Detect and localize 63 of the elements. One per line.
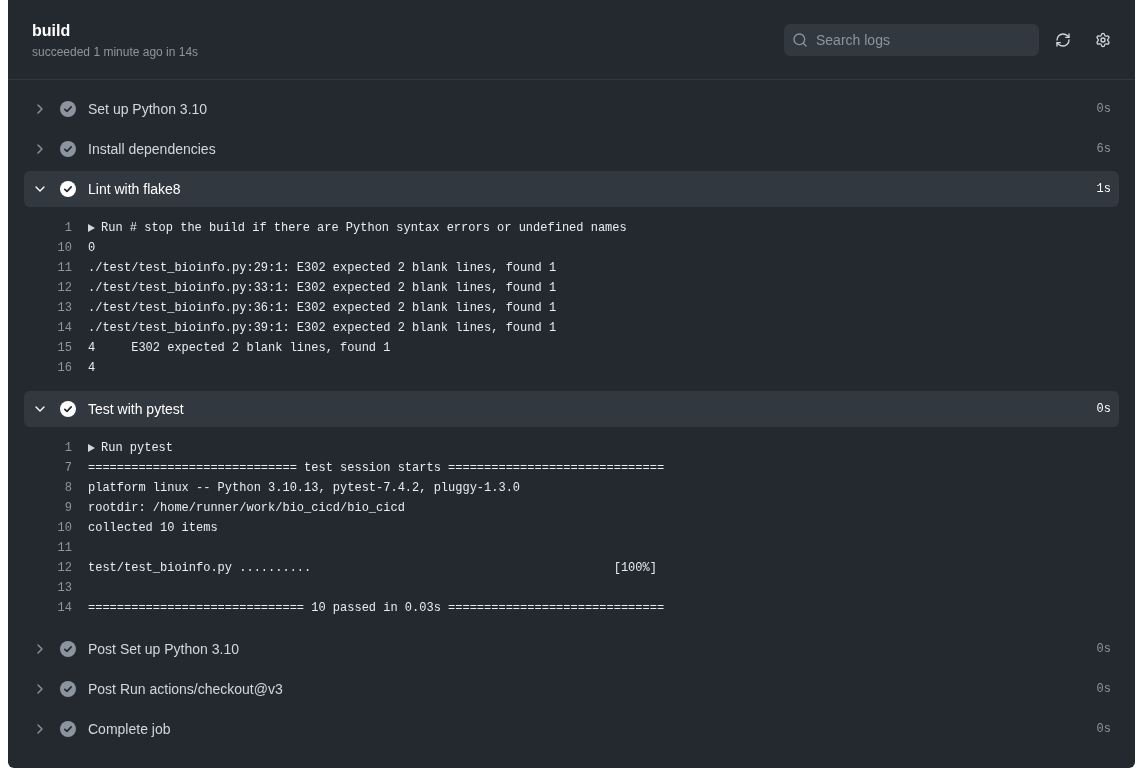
line-number: 1 bbox=[63, 220, 72, 237]
line-number: 13 bbox=[56, 300, 72, 317]
line-number: 14 bbox=[56, 320, 72, 337]
search-field[interactable]: Search logs bbox=[784, 23, 1039, 56]
line-number: 11 bbox=[56, 260, 72, 277]
step-name[interactable]: Post Set up Python 3.10 bbox=[88, 639, 239, 659]
line-number: 8 bbox=[63, 480, 72, 497]
line-number: 10 bbox=[56, 240, 72, 257]
log-line: ============================= test session starts ============================== bbox=[88, 460, 665, 477]
check-circle-icon bbox=[60, 181, 76, 197]
log-line: ./test/test_bioinfo.py:39:1: E302 expected 2 blank lines, found 1 bbox=[88, 320, 557, 337]
log-line: collected 10 items bbox=[88, 520, 218, 537]
caret-right-icon[interactable] bbox=[88, 224, 95, 232]
line-number: 1 bbox=[63, 440, 72, 457]
line-number: 16 bbox=[56, 360, 72, 377]
step-name[interactable]: Lint with flake8 bbox=[88, 179, 181, 199]
step-header[interactable]: Test with pytest 0s bbox=[24, 391, 1119, 427]
log-line: ============================== 10 passed in 0.03s ============================== bbox=[88, 600, 665, 617]
line-number: 12 bbox=[56, 280, 72, 297]
job-title: build bbox=[32, 20, 72, 41]
log-line: ./test/test_bioinfo.py:36:1: E302 expected 2 blank lines, found 1 bbox=[88, 300, 557, 317]
check-circle-icon bbox=[60, 641, 76, 657]
line-number: 9 bbox=[63, 500, 72, 517]
log-line: 4 bbox=[88, 360, 96, 377]
log-line: rootdir: /home/runner/work/bio_cicd/bio_cicd bbox=[88, 500, 405, 517]
log-line: ./test/test_bioinfo.py:33:1: E302 expected 2 blank lines, found 1 bbox=[88, 280, 557, 297]
refresh-icon bbox=[1055, 31, 1071, 48]
line-number: 12 bbox=[56, 560, 72, 577]
step-duration: 0s bbox=[1096, 401, 1111, 417]
search-icon bbox=[792, 31, 808, 48]
caret-right-icon[interactable] bbox=[88, 444, 95, 452]
log-group-title[interactable]: Run pytest bbox=[101, 438, 173, 458]
step-duration: 0s bbox=[1096, 681, 1111, 697]
step-duration: 1s bbox=[1096, 181, 1111, 197]
log-group-title[interactable]: Run # stop the build if there are Python syntax errors or undefined names bbox=[101, 218, 627, 238]
step-duration: 0s bbox=[1096, 641, 1111, 657]
line-number: 13 bbox=[56, 580, 72, 597]
step-duration: 6s bbox=[1096, 141, 1111, 157]
log-line: ./test/test_bioinfo.py:29:1: E302 expected 2 blank lines, found 1 bbox=[88, 260, 557, 277]
line-number: 14 bbox=[56, 600, 72, 617]
check-circle-icon bbox=[60, 141, 76, 157]
check-circle-icon bbox=[60, 101, 76, 117]
step-duration: 0s bbox=[1096, 101, 1111, 117]
check-circle-icon bbox=[60, 721, 76, 737]
settings-icon bbox=[1095, 31, 1111, 48]
step-name[interactable]: Post Run actions/checkout@v3 bbox=[88, 679, 283, 699]
log-line: test/test_bioinfo.py .......... [100%] bbox=[88, 560, 657, 577]
line-number: 10 bbox=[56, 520, 72, 537]
check-circle-icon bbox=[60, 681, 76, 697]
log-line: 4 E302 expected 2 blank lines, found 1 bbox=[88, 340, 391, 357]
check-circle-icon bbox=[60, 401, 76, 417]
log-line: 0 bbox=[88, 240, 96, 257]
line-number: 7 bbox=[63, 460, 72, 477]
step-header[interactable]: Lint with flake8 1s bbox=[24, 171, 1119, 207]
step-name[interactable]: Set up Python 3.10 bbox=[88, 99, 208, 119]
line-number: 11 bbox=[56, 540, 72, 557]
step-name[interactable]: Test with pytest bbox=[88, 399, 184, 419]
step-name[interactable]: Complete job bbox=[88, 719, 171, 739]
job-summary: succeeded 1 minute ago in 14s bbox=[32, 43, 199, 61]
log-line: platform linux -- Python 3.10.13, pytest-7.4.2, pluggy-1.3.0 bbox=[88, 480, 521, 497]
step-name[interactable]: Install dependencies bbox=[88, 139, 216, 159]
line-number: 15 bbox=[56, 340, 72, 357]
step-duration: 0s bbox=[1096, 721, 1111, 737]
